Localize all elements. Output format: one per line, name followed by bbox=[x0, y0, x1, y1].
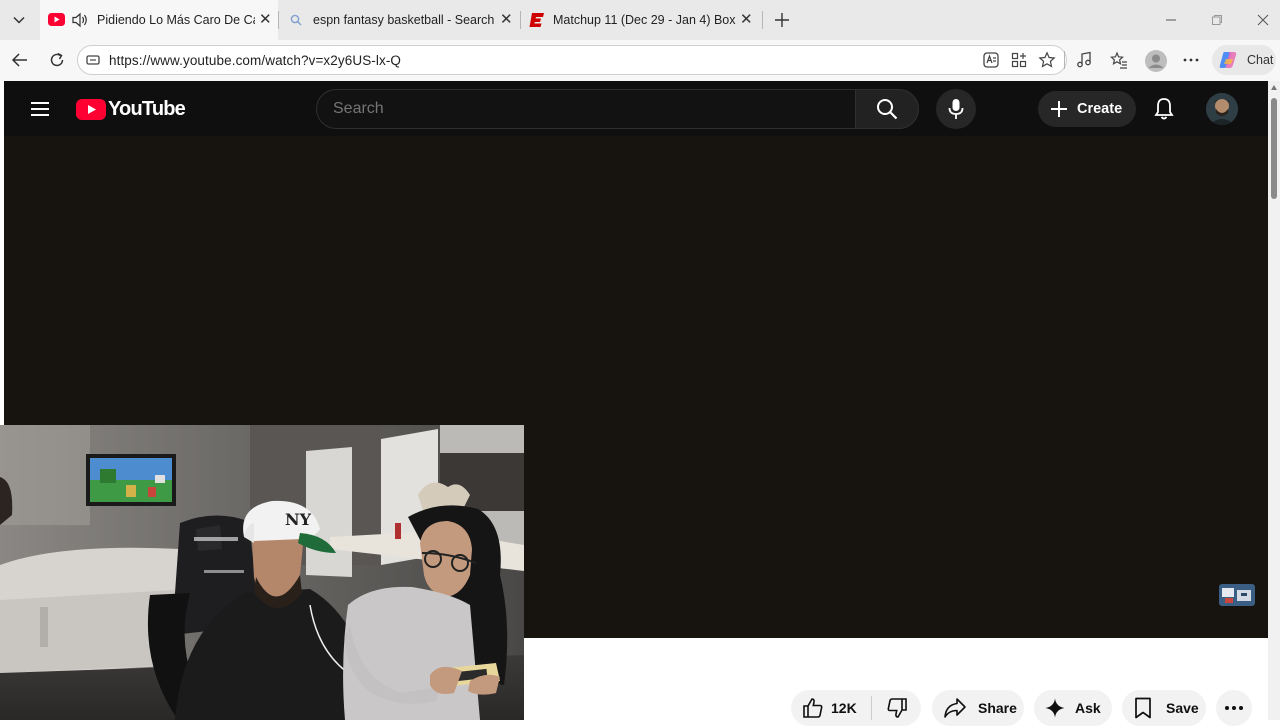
back-button[interactable] bbox=[8, 48, 32, 72]
tab-title: espn fantasy basketball - Search bbox=[313, 13, 495, 27]
tab-separator bbox=[762, 11, 763, 29]
site-info-icon[interactable] bbox=[86, 53, 100, 67]
profile-button[interactable] bbox=[1144, 49, 1168, 73]
copilot-icon bbox=[1219, 52, 1237, 68]
tab-youtube-video[interactable]: Pidiendo Lo Más Caro De Cad ✕ bbox=[40, 0, 278, 40]
sparkle-icon bbox=[1045, 698, 1065, 718]
youtube-icon bbox=[48, 13, 65, 26]
ask-button[interactable]: Ask bbox=[1034, 690, 1112, 726]
close-window-button[interactable] bbox=[1240, 0, 1280, 40]
more-horizontal-icon bbox=[1225, 706, 1243, 710]
restore-button[interactable] bbox=[1194, 0, 1240, 40]
bookmark-icon bbox=[1135, 697, 1151, 719]
favorites-list-icon bbox=[1110, 51, 1127, 69]
youtube-logo[interactable]: YouTube bbox=[76, 97, 186, 121]
profile-avatar-icon bbox=[1145, 50, 1167, 72]
app-available-button[interactable] bbox=[1008, 50, 1030, 70]
search-button[interactable] bbox=[855, 89, 919, 129]
arrow-left-icon bbox=[11, 53, 27, 67]
url-text[interactable]: https://www.youtube.com/watch?v=x2y6US-l… bbox=[109, 53, 401, 68]
immersive-reader-icon bbox=[983, 52, 999, 68]
tab-strip: Pidiendo Lo Más Caro De Cad ✕ espn fanta… bbox=[0, 0, 1280, 40]
avatar-photo-icon bbox=[1206, 93, 1238, 125]
save-button[interactable]: Save bbox=[1122, 690, 1206, 726]
save-label: Save bbox=[1166, 700, 1199, 716]
espn-icon bbox=[529, 13, 544, 27]
toolbar-separator bbox=[1064, 51, 1065, 69]
share-label: Share bbox=[978, 700, 1017, 716]
like-count: 12K bbox=[831, 700, 857, 716]
copilot-chat-button[interactable]: Chat bbox=[1212, 45, 1276, 75]
bell-icon bbox=[1154, 98, 1174, 120]
tab-title: Pidiendo Lo Más Caro De Cad bbox=[97, 13, 255, 27]
search-input[interactable] bbox=[333, 98, 833, 120]
scroll-up-arrow-icon[interactable] bbox=[1271, 85, 1277, 90]
favorites-button[interactable] bbox=[1108, 50, 1130, 70]
search-box[interactable] bbox=[316, 89, 856, 129]
restore-icon bbox=[1212, 15, 1222, 25]
apps-icon bbox=[1011, 52, 1027, 68]
thumbs-up-icon bbox=[803, 698, 823, 718]
share-button[interactable]: Share bbox=[932, 690, 1024, 726]
close-tab-icon[interactable]: ✕ bbox=[259, 12, 272, 27]
hamburger-menu-icon bbox=[31, 102, 49, 116]
close-tab-icon[interactable]: ✕ bbox=[500, 12, 513, 27]
tab-title: Matchup 11 (Dec 29 - Jan 4) Box S bbox=[553, 13, 736, 27]
webcam-scene-image: NY bbox=[0, 425, 524, 720]
share-arrow-icon bbox=[944, 698, 966, 718]
youtube-play-logo-icon bbox=[76, 98, 106, 120]
speaker-icon[interactable] bbox=[71, 12, 89, 28]
more-actions-button[interactable] bbox=[1216, 690, 1252, 726]
refresh-button[interactable] bbox=[45, 48, 69, 72]
minimize-icon bbox=[1166, 19, 1176, 21]
favorite-button[interactable] bbox=[1036, 50, 1058, 70]
like-dislike-group: 12K bbox=[791, 690, 921, 726]
close-tab-icon[interactable]: ✕ bbox=[740, 12, 753, 27]
refresh-icon bbox=[50, 52, 64, 67]
tab-separator bbox=[520, 11, 521, 29]
new-tab-button[interactable] bbox=[770, 8, 794, 32]
tab-list-dropdown-button[interactable] bbox=[8, 10, 30, 30]
create-label: Create bbox=[1077, 101, 1123, 117]
account-avatar[interactable] bbox=[1206, 93, 1238, 125]
close-icon bbox=[1257, 14, 1269, 26]
tab-espn-search[interactable]: espn fantasy basketball - Search ✕ bbox=[280, 0, 520, 40]
tab-separator bbox=[278, 11, 279, 29]
browser-toolbar: https://www.youtube.com/watch?v=x2y6US-l… bbox=[0, 40, 1280, 81]
address-bar[interactable]: https://www.youtube.com/watch?v=x2y6US-l… bbox=[77, 45, 1067, 75]
chevron-down-icon bbox=[13, 16, 25, 24]
plus-icon bbox=[1051, 101, 1067, 117]
notifications-button[interactable] bbox=[1150, 94, 1178, 124]
read-aloud-button[interactable] bbox=[980, 50, 1002, 70]
channel-watermark[interactable] bbox=[1219, 584, 1255, 606]
page-scrollbar[interactable] bbox=[1268, 81, 1280, 720]
search-icon bbox=[877, 99, 898, 120]
watermark-logo-icon bbox=[1219, 584, 1255, 606]
like-button[interactable]: 12K bbox=[791, 690, 871, 726]
copilot-chat-label: Chat bbox=[1247, 53, 1274, 67]
settings-menu-button[interactable] bbox=[1180, 50, 1202, 70]
tab-espn-matchup[interactable]: Matchup 11 (Dec 29 - Jan 4) Box S ✕ bbox=[522, 0, 762, 40]
guide-menu-button[interactable] bbox=[26, 95, 54, 123]
search-icon bbox=[290, 14, 302, 26]
scrollbar-thumb[interactable] bbox=[1271, 98, 1277, 199]
minimize-button[interactable] bbox=[1148, 0, 1194, 40]
music-note-icon bbox=[1077, 51, 1091, 68]
media-control-button[interactable] bbox=[1073, 50, 1095, 70]
microphone-icon bbox=[948, 99, 964, 119]
thumbs-down-icon bbox=[887, 698, 907, 718]
star-icon bbox=[1038, 51, 1056, 68]
youtube-logo-text: YouTube bbox=[108, 97, 186, 120]
webcam-overlay: NY bbox=[0, 425, 524, 720]
ask-label: Ask bbox=[1075, 700, 1101, 716]
plus-icon bbox=[775, 13, 789, 27]
svg-text:NY: NY bbox=[285, 510, 312, 529]
create-button[interactable]: Create bbox=[1038, 91, 1136, 127]
dislike-button[interactable] bbox=[872, 690, 921, 726]
more-horizontal-icon bbox=[1183, 58, 1199, 62]
voice-search-button[interactable] bbox=[936, 89, 976, 129]
